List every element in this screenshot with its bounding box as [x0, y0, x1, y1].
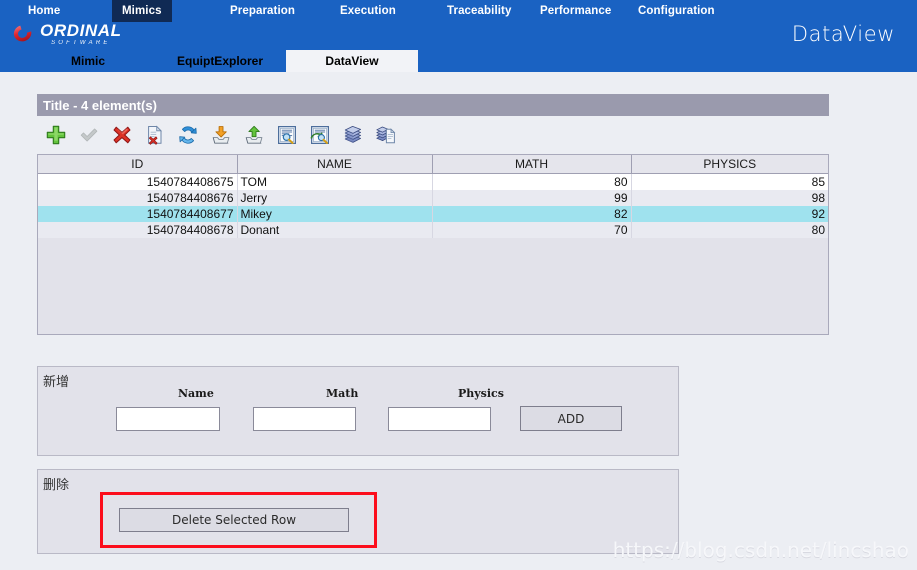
nav-item-preparation[interactable]: Preparation — [220, 0, 305, 22]
delete-file-icon[interactable] — [143, 123, 167, 147]
name-input[interactable] — [116, 407, 220, 431]
cell-physics[interactable]: 85 — [631, 173, 828, 190]
delete-record-panel: 删除 Delete Selected Row — [37, 469, 679, 554]
nav-item-mimics[interactable]: Mimics — [112, 0, 172, 22]
data-grid-panel: Title - 4 element(s) ID NAME MATH PHYSIC… — [37, 94, 829, 335]
nav-item-traceability[interactable]: Traceability — [437, 0, 521, 22]
cell-physics[interactable]: 80 — [631, 222, 828, 238]
cell-math[interactable]: 82 — [432, 206, 632, 222]
column-header-physics[interactable]: PHYSICS — [631, 155, 828, 174]
nav-item-home[interactable]: Home — [18, 0, 70, 22]
cell-name[interactable]: Mikey — [237, 206, 433, 222]
sub-tab-spacer — [0, 50, 22, 72]
sub-tab-dataview[interactable]: DataView — [286, 50, 418, 72]
cell-name[interactable]: Jerry — [237, 190, 433, 206]
table-row[interactable]: 1540784408676 Jerry 99 98 — [38, 190, 828, 206]
refresh-icon[interactable] — [176, 123, 200, 147]
cell-math[interactable]: 70 — [432, 222, 632, 238]
physics-field-label: Physics — [458, 387, 504, 400]
logo-text: ORDINAL SOFTWARE — [40, 22, 122, 47]
cell-id[interactable]: 1540784408678 — [38, 222, 238, 238]
app-header: Home Mimics Preparation Execution Traceabili… — [0, 0, 917, 72]
column-header-id[interactable]: ID — [38, 155, 238, 174]
data-grid-frame[interactable]: ID NAME MATH PHYSICS 1540784408675 TOM 80 85 15… — [37, 154, 829, 335]
math-field-label: Math — [326, 387, 359, 400]
database-copy-icon[interactable] — [374, 123, 398, 147]
column-header-math[interactable]: MATH — [432, 155, 632, 174]
grid-toolbar — [37, 116, 829, 154]
nav-item-execution[interactable]: Execution — [330, 0, 406, 22]
cell-name[interactable]: Donant — [237, 222, 433, 238]
delete-selected-row-button[interactable]: Delete Selected Row — [119, 508, 349, 532]
delete-cross-icon[interactable] — [110, 123, 134, 147]
nav-item-configuration[interactable]: Configuration — [628, 0, 725, 22]
ordinal-logo: ORDINAL SOFTWARE — [10, 20, 122, 48]
add-button[interactable]: ADD — [520, 406, 622, 431]
cell-id[interactable]: 1540784408676 — [38, 190, 238, 206]
sub-tab-equiptexplorer[interactable]: EquiptExplorer — [154, 50, 286, 72]
sub-tab-mimic[interactable]: Mimic — [22, 50, 154, 72]
logo-subtext: SOFTWARE — [51, 39, 111, 46]
data-grid[interactable]: ID NAME MATH PHYSICS 1540784408675 TOM 80 85 15… — [38, 155, 828, 238]
cell-math[interactable]: 80 — [432, 173, 632, 190]
view-report-icon[interactable] — [275, 123, 299, 147]
grid-header-row[interactable]: ID NAME MATH PHYSICS — [38, 155, 828, 174]
brand-title: DataView — [791, 22, 895, 46]
cell-id[interactable]: 1540784408677 — [38, 206, 238, 222]
physics-input[interactable] — [388, 407, 491, 431]
sub-tab-bar: Mimic EquiptExplorer DataView — [0, 50, 917, 72]
nav-item-performance[interactable]: Performance — [530, 0, 621, 22]
add-record-panel: 新增 Name Math Physics ADD — [37, 366, 679, 456]
math-input[interactable] — [253, 407, 356, 431]
logo-wordmark: ORDINAL — [40, 20, 122, 40]
table-row[interactable]: 1540784408675 TOM 80 85 — [38, 173, 828, 190]
add-icon[interactable] — [44, 123, 68, 147]
grid-body[interactable]: 1540784408675 TOM 80 85 1540784408676 Jerry 99… — [38, 173, 828, 238]
cell-math[interactable]: 99 — [432, 190, 632, 206]
export-upload-icon[interactable] — [242, 123, 266, 147]
import-download-icon[interactable] — [209, 123, 233, 147]
name-field-label: Name — [178, 387, 214, 400]
main-navigation-bar: Home Mimics Preparation Execution Traceabili… — [0, 0, 917, 22]
page-title: Title - 4 element(s) — [43, 97, 157, 113]
grid-title-bar: Title - 4 element(s) — [37, 94, 829, 116]
cell-physics[interactable]: 98 — [631, 190, 828, 206]
column-header-name[interactable]: NAME — [237, 155, 433, 174]
database-icon[interactable] — [341, 123, 365, 147]
cell-id[interactable]: 1540784408675 — [38, 173, 238, 190]
ordinal-ring-logo-icon — [13, 25, 32, 42]
validate-check-icon[interactable] — [77, 123, 101, 147]
page-body: Title - 4 element(s) ID NAME MATH PHYSIC… — [0, 72, 917, 570]
cell-name[interactable]: TOM — [237, 173, 433, 190]
table-row[interactable]: 1540784408677 Mikey 82 92 — [38, 206, 828, 222]
cell-physics[interactable]: 92 — [631, 206, 828, 222]
add-panel-label: 新增 — [43, 375, 70, 390]
delete-panel-label: 删除 — [43, 478, 70, 493]
table-row[interactable]: 1540784408678 Donant 70 80 — [38, 222, 828, 238]
edit-report-icon[interactable] — [308, 123, 332, 147]
